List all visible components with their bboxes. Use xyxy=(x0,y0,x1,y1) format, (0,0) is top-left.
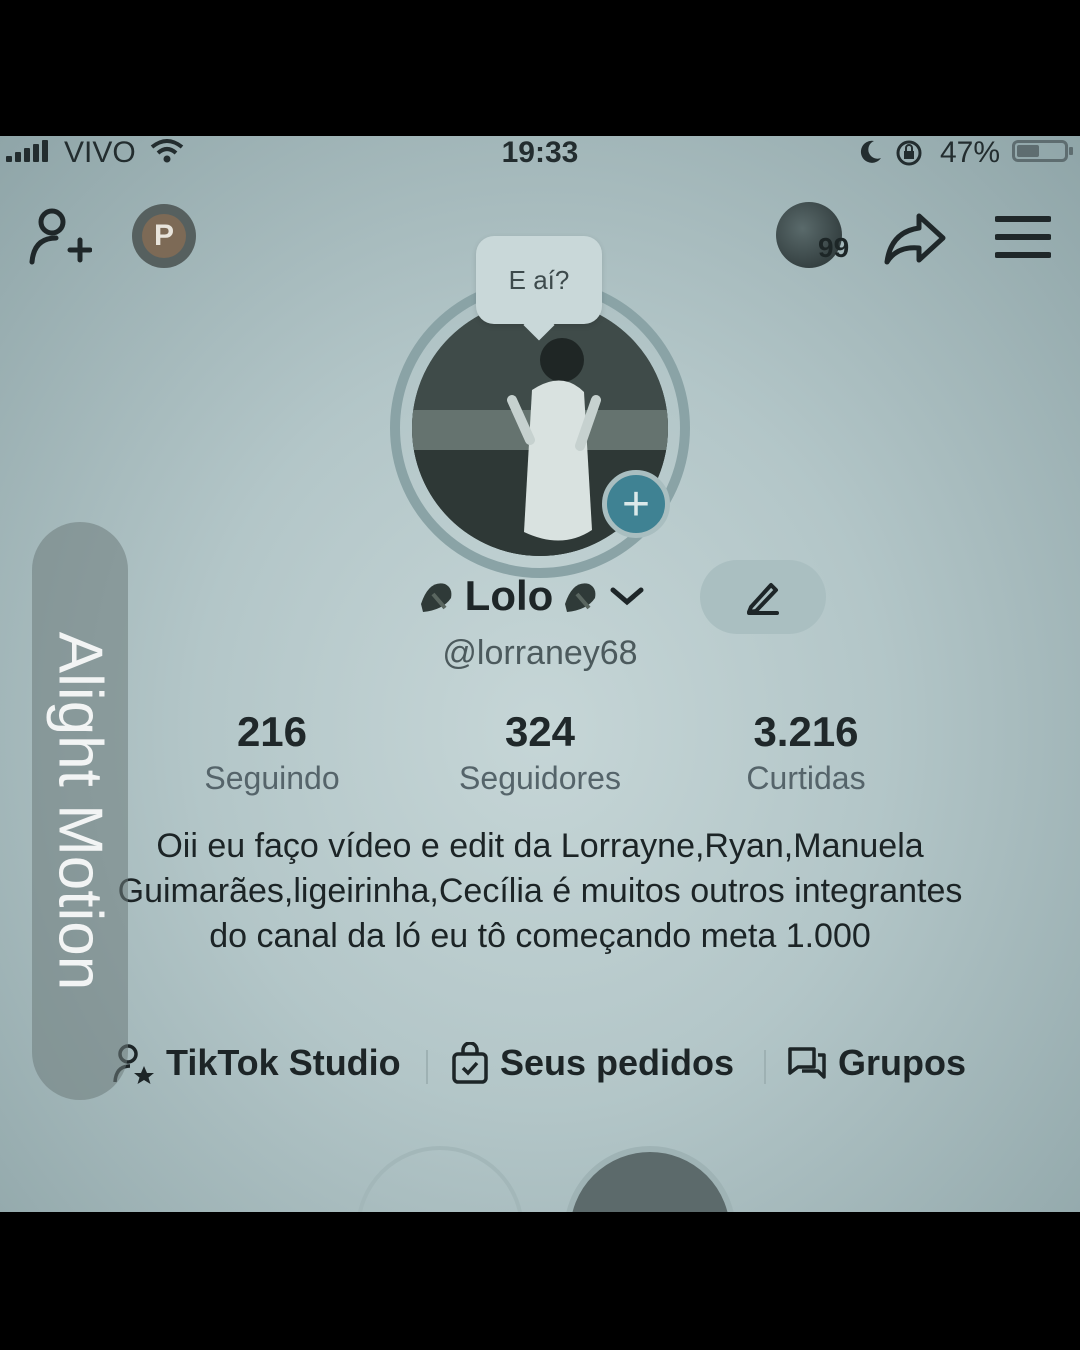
alight-motion-watermark: Alight Motion xyxy=(32,522,128,1100)
display-name-button[interactable]: Lolo xyxy=(415,572,646,620)
stat-likes[interactable]: 3.216 Curtidas xyxy=(686,708,926,797)
add-friend-icon[interactable] xyxy=(24,204,94,268)
stat-following[interactable]: 216 Seguindo xyxy=(152,708,392,797)
stats-row: 216 Seguindo 324 Seguidores 3.216 Curtid… xyxy=(0,708,1080,808)
bird-emoji-icon xyxy=(420,583,452,612)
stat-label: Curtidas xyxy=(746,760,866,796)
stat-value: 324 xyxy=(504,708,576,755)
share-icon[interactable] xyxy=(880,206,950,270)
add-story-plus-icon[interactable]: + xyxy=(602,470,670,538)
edit-name-button[interactable] xyxy=(700,560,826,634)
link-label: Grupos xyxy=(838,1042,967,1083)
rotation-lock-icon xyxy=(894,138,924,176)
link-label: TikTok Studio xyxy=(166,1042,401,1083)
highlight-thumbnail[interactable] xyxy=(564,1146,736,1212)
battery-level-fill xyxy=(1017,145,1039,157)
bird-emoji-icon xyxy=(565,583,596,612)
pencil-icon xyxy=(747,583,779,615)
shopping-bag-icon xyxy=(452,1042,488,1084)
stat-label: Seguidores xyxy=(459,760,621,796)
battery-percent: 47% xyxy=(940,136,1001,169)
groups-link[interactable]: Grupos xyxy=(786,1042,966,1084)
divider xyxy=(764,1050,766,1084)
app-screen: VIVO 19:33 47% P 99 E aí? + Lolo @lorran… xyxy=(0,136,1080,1212)
profile-badge-icon[interactable]: P xyxy=(132,204,196,268)
chat-bubbles-icon xyxy=(788,1047,826,1079)
stat-value: 3.216 xyxy=(753,708,859,755)
name-row: Lolo xyxy=(0,572,1080,623)
divider xyxy=(426,1050,428,1084)
stat-label: Seguindo xyxy=(204,760,340,796)
status-bar: VIVO 19:33 47% xyxy=(0,136,1080,170)
note-bubble[interactable]: E aí? xyxy=(476,236,602,324)
watermark-text: Alight Motion xyxy=(45,631,115,991)
menu-icon[interactable] xyxy=(994,212,1052,262)
username: @lorraney68 xyxy=(442,634,638,672)
moon-icon xyxy=(856,138,884,174)
stat-followers[interactable]: 324 Seguidores xyxy=(420,708,660,797)
orders-link[interactable]: Seus pedidos xyxy=(450,1042,734,1084)
stat-value: 216 xyxy=(236,708,308,755)
display-name: Lolo xyxy=(464,572,554,619)
profile-links: TikTok Studio Seus pedidos Grupos xyxy=(0,1042,1080,1092)
battery-icon xyxy=(1012,140,1073,162)
chevron-down-icon xyxy=(610,587,644,606)
inbox-count: 99 xyxy=(818,232,850,263)
badge-letter: P xyxy=(142,214,186,258)
tiktok-studio-link[interactable]: TikTok Studio xyxy=(112,1042,401,1084)
bio-text[interactable]: Oii eu faço vídeo e edit da Lorrayne,Rya… xyxy=(100,824,980,959)
link-label: Seus pedidos xyxy=(500,1042,735,1083)
highlight-new[interactable] xyxy=(356,1146,524,1212)
